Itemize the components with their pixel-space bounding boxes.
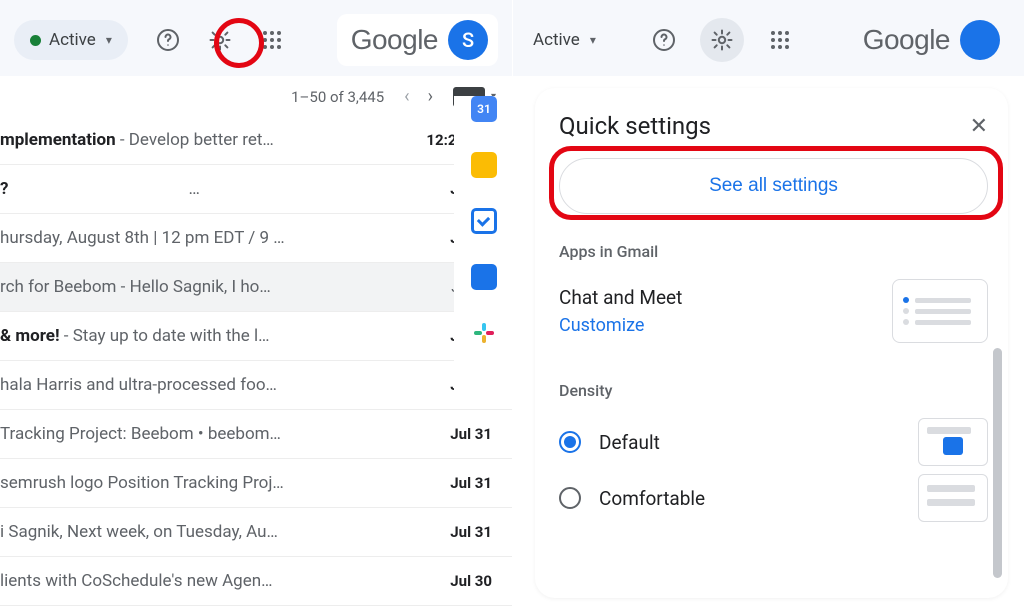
message-row[interactable]: lients with CoSchedule's new Agen… Jul 30 [0,557,512,606]
message-date: Jul 31 [450,425,492,443]
message-row[interactable]: & more! - Stay up to date with the l…Jul… [0,312,512,361]
tasks-app-icon[interactable] [471,208,497,234]
gear-icon [710,28,734,52]
google-logo: Google [351,24,438,56]
message-text: i Sagnik, Next week, on Tuesday, Au… [0,522,278,542]
message-text: & more! - Stay up to date with the l… [0,326,270,346]
see-all-settings-button[interactable]: See all settings [559,158,988,214]
chevron-down-icon: ▾ [106,33,112,47]
keep-app-icon[interactable] [471,152,497,178]
message-text: hala Harris and ultra-processed foo… [0,375,277,395]
message-row[interactable]: i Sagnik, Next week, on Tuesday, Au… Jul … [0,508,512,557]
side-panel-apps: + [454,96,514,402]
avatar[interactable]: S [448,20,488,60]
help-icon[interactable] [146,18,190,62]
slack-app-icon[interactable] [471,320,497,346]
apps-thumbnail [892,279,988,343]
message-date: Jul 31 [450,523,492,541]
calendar-app-icon[interactable] [471,96,497,122]
message-row[interactable]: hala Harris and ultra-processed foo…Jul … [0,361,512,410]
message-text: semrush logo Position Tracking Proj… [0,473,284,493]
message-text: mplementation - Develop better ret… [0,130,274,150]
message-text: ?… [0,179,200,199]
gear-icon [208,28,232,52]
brand-area[interactable]: Google [849,14,1010,66]
message-row[interactable]: ?…Jul 31 [0,165,512,214]
radio-checked-icon [559,431,581,453]
status-text: Active [533,30,580,50]
message-row[interactable]: mplementation - Develop better ret…12:22… [0,116,512,165]
panel-title: Quick settings [559,112,711,140]
chevron-down-icon: ▾ [590,33,596,47]
apps-grid-icon[interactable] [250,18,294,62]
status-text: Active [49,30,96,50]
message-row[interactable]: rch for Beebom - Hello Sagnik, I ho…Jul … [0,263,512,312]
add-app-button[interactable]: + [471,376,497,402]
message-row[interactable]: hursday, August 8th | 12 pm EDT / 9 …Jul… [0,214,512,263]
density-default-option[interactable]: Default [559,421,660,464]
density-default-thumbnail [918,418,988,466]
close-button[interactable]: ✕ [970,114,988,139]
list-toolbar: 1–50 of 3,445 ‹ › ▾ [0,76,512,116]
density-comfortable-option[interactable]: Comfortable [559,477,705,520]
chat-meet-label: Chat and Meet [559,286,682,309]
brand-area[interactable]: Google S [337,14,498,66]
message-row[interactable]: semrush logo Position Tracking Proj… Jul … [0,459,512,508]
scrollbar[interactable] [993,348,1002,578]
apps-section-label: Apps in Gmail [559,242,988,261]
settings-button[interactable] [198,18,242,62]
density-section-label: Density [559,381,988,400]
apps-grid-icon[interactable] [758,18,802,62]
settings-button[interactable] [700,18,744,62]
help-icon[interactable] [642,18,686,62]
presence-dot [30,35,41,46]
message-date: Jul 31 [450,474,492,492]
message-text: rch for Beebom - Hello Sagnik, I ho… [0,277,271,297]
customize-link[interactable]: Customize [559,315,682,336]
contacts-app-icon[interactable] [471,264,497,290]
density-comfortable-thumbnail [918,474,988,522]
message-date: Jul 30 [450,572,492,590]
radio-unchecked-icon [559,487,581,509]
next-page-button[interactable]: › [428,86,433,107]
pagination-text: 1–50 of 3,445 [291,88,384,106]
message-text: lients with CoSchedule's new Agen… [0,571,273,591]
message-text: Tracking Project: Beebom • beebom… [0,424,281,444]
message-text: hursday, August 8th | 12 pm EDT / 9 … [0,228,285,248]
message-row[interactable]: Tracking Project: Beebom • beebom… Jul 31 [0,410,512,459]
status-chip[interactable]: Active ▾ [14,20,128,60]
prev-page-button[interactable]: ‹ [404,86,409,107]
avatar[interactable] [960,20,1000,60]
google-logo: Google [863,24,950,56]
status-chip[interactable]: Active ▾ [527,20,612,60]
message-list: mplementation - Develop better ret…12:22… [0,116,512,606]
quick-settings-panel: Quick settings ✕ See all settings Apps i… [535,88,1008,598]
